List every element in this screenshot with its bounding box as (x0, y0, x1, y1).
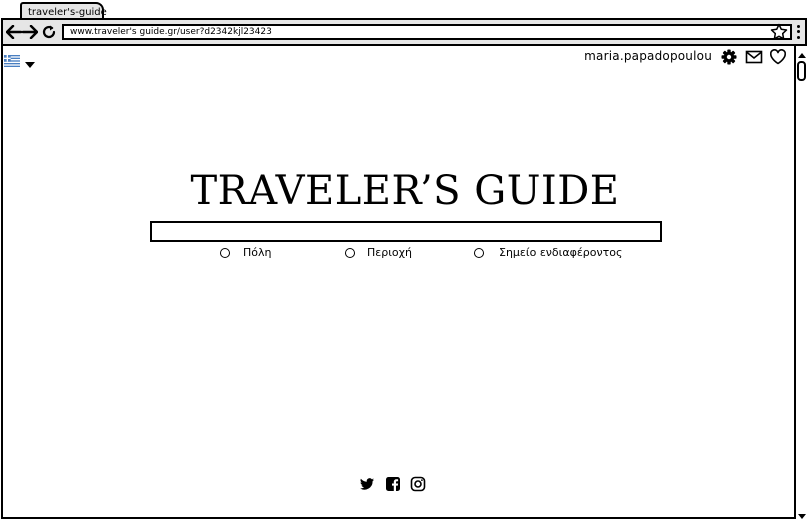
reload-icon[interactable] (40, 22, 58, 42)
mail-icon[interactable] (745, 48, 763, 66)
radio-region[interactable] (345, 248, 355, 258)
instagram-icon[interactable] (410, 476, 426, 492)
greece-flag-icon[interactable] (4, 52, 20, 67)
username-link[interactable]: maria.papadopoulou (560, 49, 712, 67)
heart-icon[interactable] (769, 48, 787, 66)
scroll-up-arrow-icon[interactable] (796, 47, 808, 59)
forward-arrow-icon[interactable] (21, 22, 39, 42)
site-title: TRAVELER’S GUIDE (190, 168, 620, 214)
browser-window (1, 18, 807, 519)
gear-icon[interactable] (720, 48, 738, 66)
facebook-icon[interactable] (385, 476, 401, 492)
scrollbar-thumb[interactable] (797, 61, 806, 81)
radio-point-of-interest[interactable] (474, 248, 484, 258)
radio-label-city: Πόλη (243, 246, 272, 259)
twitter-icon[interactable] (359, 476, 375, 492)
scroll-down-arrow-icon[interactable] (796, 507, 808, 519)
bookmark-star-icon[interactable] (770, 23, 788, 41)
vertical-scrollbar[interactable] (794, 46, 808, 519)
search-input[interactable] (150, 221, 662, 242)
radio-city[interactable] (220, 248, 230, 258)
address-bar[interactable]: www.traveler's guide.gr/user?d2342kjl234… (62, 24, 792, 40)
browser-menu-icon[interactable] (794, 24, 802, 40)
radio-label-region: Περιοχή (367, 246, 412, 259)
radio-label-point-of-interest: Σημείο ενδιαφέροντος (499, 246, 623, 259)
language-dropdown-caret-icon[interactable] (24, 54, 36, 68)
